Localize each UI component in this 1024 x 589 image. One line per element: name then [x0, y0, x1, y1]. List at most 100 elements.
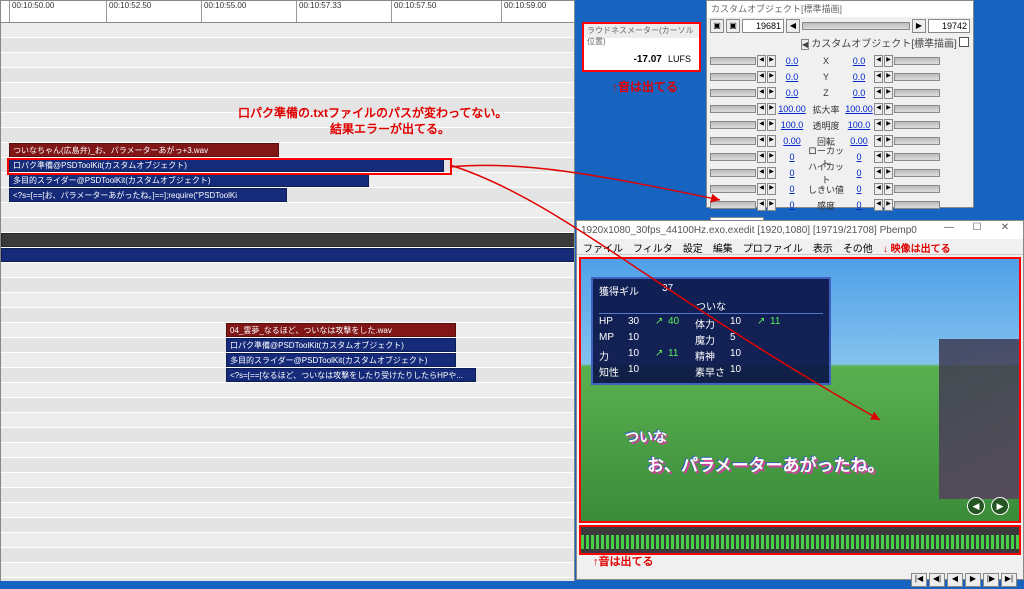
dec-button[interactable]: ◀ [874, 103, 883, 115]
inc-button[interactable]: ▶ [767, 167, 776, 179]
menu-settings[interactable]: 設定 [683, 240, 703, 253]
inc-button[interactable]: ▶ [767, 151, 776, 163]
timeline-ruler[interactable]: 00:10:50.00 00:10:52.50 00:10:55.00 00:1… [1, 1, 574, 23]
param-slider-left[interactable] [710, 105, 756, 113]
param-value-left[interactable]: 0.0 [777, 72, 807, 82]
prev-layer-icon[interactable]: ▣ [710, 19, 724, 33]
param-value-left[interactable]: 0.0 [777, 56, 807, 66]
param-slider-left[interactable] [710, 185, 756, 193]
inc-button[interactable]: ▶ [884, 183, 893, 195]
param-slider-right[interactable] [894, 121, 940, 129]
frame-start-input[interactable] [742, 19, 784, 33]
dec-button[interactable]: ◀ [757, 167, 766, 179]
param-value-right[interactable]: 0.00 [845, 136, 873, 146]
param-slider-left[interactable] [710, 73, 756, 81]
menu-view[interactable]: 表示 [813, 240, 833, 253]
enable-checkbox[interactable] [959, 37, 969, 47]
dec-button[interactable]: ◀ [757, 199, 766, 211]
inc-button[interactable]: ▶ [767, 71, 776, 83]
param-value-right[interactable]: 100.00 [845, 104, 873, 114]
dec-button[interactable]: ◀ [757, 151, 766, 163]
menu-other[interactable]: その他 [843, 240, 873, 253]
param-value-right[interactable]: 0 [845, 184, 873, 194]
dec-button[interactable]: ◀ [757, 119, 766, 131]
param-slider-left[interactable] [710, 137, 756, 145]
custom-object-clip[interactable]: 多目的スライダー@PSDToolKit(カスタムオブジェクト) [9, 173, 369, 187]
param-value-left[interactable]: 0 [777, 184, 807, 194]
dec-button[interactable]: ◀ [874, 151, 883, 163]
dec-button[interactable]: ◀ [757, 103, 766, 115]
inc-button[interactable]: ▶ [884, 167, 893, 179]
step-fwd-button[interactable]: |▶ [983, 573, 999, 587]
menu-filter[interactable]: フィルタ [633, 240, 673, 253]
dec-button[interactable]: ◀ [874, 119, 883, 131]
close-button[interactable]: ✕ [991, 222, 1019, 238]
play-back-button[interactable]: ◀ [947, 573, 963, 587]
inc-button[interactable]: ▶ [884, 199, 893, 211]
param-slider-left[interactable] [710, 121, 756, 129]
dec-button[interactable]: ◀ [757, 71, 766, 83]
param-value-right[interactable]: 100.0 [845, 120, 873, 130]
param-slider-right[interactable] [894, 137, 940, 145]
script-clip[interactable]: <?s=[==[なるほど、ついなは攻撃をしたり受けたりしたらHPや... [226, 368, 476, 382]
frame-slider[interactable] [802, 22, 910, 30]
inc-button[interactable]: ▶ [767, 103, 776, 115]
step-fwd-icon[interactable]: ▶ [912, 19, 926, 33]
maximize-button[interactable]: ☐ [963, 222, 991, 238]
inc-button[interactable]: ▶ [884, 71, 893, 83]
dec-button[interactable]: ◀ [757, 87, 766, 99]
dec-button[interactable]: ◀ [757, 135, 766, 147]
audio-clip[interactable]: 04_霊夢_なるほど、ついなは攻撃をした.wav [226, 323, 456, 337]
param-value-left[interactable]: 100.00 [777, 104, 807, 114]
inc-button[interactable]: ▶ [767, 183, 776, 195]
param-value-right[interactable]: 0 [845, 168, 873, 178]
param-slider-left[interactable] [710, 201, 756, 209]
inc-button[interactable]: ▶ [767, 135, 776, 147]
dec-button[interactable]: ◀ [874, 87, 883, 99]
param-slider-right[interactable] [894, 57, 940, 65]
dec-button[interactable]: ◀ [874, 135, 883, 147]
param-slider-right[interactable] [894, 105, 940, 113]
waveform-clip[interactable] [1, 233, 574, 247]
param-value-left[interactable]: 0.00 [777, 136, 807, 146]
inc-button[interactable]: ▶ [884, 87, 893, 99]
custom-object-clip[interactable]: 口パク準備@PSDToolKit(カスタムオブジェクト) [226, 338, 456, 352]
param-slider-left[interactable] [710, 153, 756, 161]
dec-button[interactable]: ◀ [874, 199, 883, 211]
param-slider-right[interactable] [894, 185, 940, 193]
next-layer-icon[interactable]: ▣ [726, 19, 740, 33]
inc-button[interactable]: ▶ [884, 103, 893, 115]
param-value-right[interactable]: 0 [845, 200, 873, 210]
param-value-left[interactable]: 0.0 [777, 88, 807, 98]
param-value-left[interactable]: 0 [777, 200, 807, 210]
param-slider-left[interactable] [710, 57, 756, 65]
param-slider-left[interactable] [710, 169, 756, 177]
dec-button[interactable]: ◀ [874, 71, 883, 83]
audio-clip[interactable]: ついなちゃん(広島弁)_お、パラメーターあがっ+3.wav [9, 143, 279, 157]
inc-button[interactable]: ▶ [884, 151, 893, 163]
inc-button[interactable]: ▶ [767, 119, 776, 131]
param-slider-right[interactable] [894, 169, 940, 177]
param-value-left[interactable]: 0 [777, 152, 807, 162]
clip[interactable] [1, 248, 574, 262]
param-value-left[interactable]: 0 [777, 168, 807, 178]
param-value-right[interactable]: 0.0 [845, 88, 873, 98]
menu-profile[interactable]: プロファイル [743, 240, 803, 253]
dec-button[interactable]: ◀ [874, 55, 883, 67]
param-slider-right[interactable] [894, 89, 940, 97]
param-slider-left[interactable] [710, 89, 756, 97]
script-clip[interactable]: <?s=[==[お、パラメーターあがったね。]==];require("PSDT… [9, 188, 287, 202]
audio-waveform[interactable] [579, 525, 1021, 555]
frame-end-input[interactable] [928, 19, 970, 33]
inc-button[interactable]: ▶ [884, 135, 893, 147]
custom-object-clip[interactable]: 多目的スライダー@PSDToolKit(カスタムオブジェクト) [226, 353, 456, 367]
dec-button[interactable]: ◀ [757, 55, 766, 67]
nav-next-icon[interactable]: ▶ [991, 497, 1009, 515]
inc-button[interactable]: ▶ [884, 55, 893, 67]
param-value-left[interactable]: 100.0 [777, 120, 807, 130]
param-slider-right[interactable] [894, 153, 940, 161]
goto-start-button[interactable]: |◀ [911, 573, 927, 587]
step-back-icon[interactable]: ◀ [786, 19, 800, 33]
dec-button[interactable]: ◀ [757, 183, 766, 195]
play-button[interactable]: ▶ [965, 573, 981, 587]
